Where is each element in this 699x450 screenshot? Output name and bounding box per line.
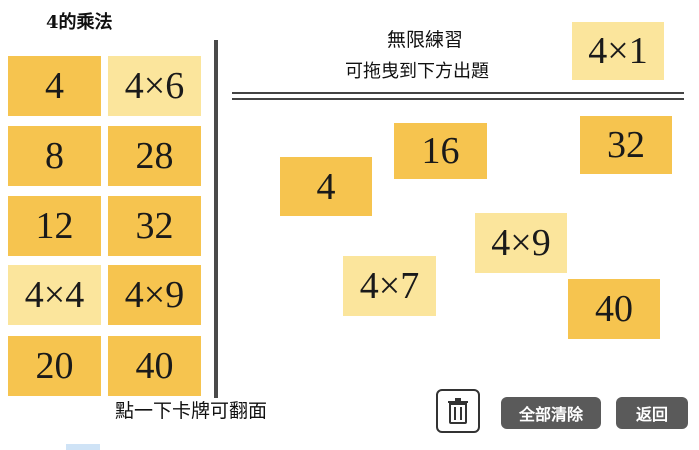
back-button[interactable]: 返回 bbox=[616, 397, 688, 429]
play-card[interactable]: 40 bbox=[568, 279, 660, 339]
page-title: 4的乘法 bbox=[46, 12, 113, 33]
table-card[interactable]: 4×9 bbox=[108, 265, 201, 325]
practice-heading: 無限練習 bbox=[386, 29, 463, 51]
table-card[interactable]: 8 bbox=[8, 126, 101, 186]
preview-card[interactable]: 4×1 bbox=[572, 22, 664, 80]
play-card[interactable]: 32 bbox=[580, 116, 672, 174]
focus-indicator bbox=[66, 444, 100, 450]
table-card[interactable]: 40 bbox=[108, 336, 201, 396]
table-card[interactable]: 32 bbox=[108, 196, 201, 256]
table-card[interactable]: 4×6 bbox=[108, 56, 201, 116]
horizontal-divider-bottom bbox=[232, 98, 684, 100]
practice-instruction: 可拖曳到下方出題 bbox=[345, 61, 489, 82]
trash-icon bbox=[448, 398, 468, 424]
table-card[interactable]: 12 bbox=[8, 196, 101, 256]
table-card[interactable]: 4×4 bbox=[8, 265, 101, 325]
delete-button[interactable] bbox=[436, 389, 480, 433]
flip-hint: 點一下卡牌可翻面 bbox=[115, 400, 268, 422]
play-card[interactable]: 4×7 bbox=[343, 256, 436, 316]
vertical-divider bbox=[214, 40, 218, 398]
play-card[interactable]: 4 bbox=[280, 157, 372, 216]
table-card[interactable]: 28 bbox=[108, 126, 201, 186]
table-card[interactable]: 20 bbox=[8, 336, 101, 396]
play-card[interactable]: 16 bbox=[394, 123, 487, 179]
horizontal-divider-top bbox=[232, 92, 684, 94]
table-card[interactable]: 4 bbox=[8, 56, 101, 116]
clear-all-button[interactable]: 全部清除 bbox=[501, 397, 601, 429]
play-card[interactable]: 4×9 bbox=[475, 213, 567, 273]
